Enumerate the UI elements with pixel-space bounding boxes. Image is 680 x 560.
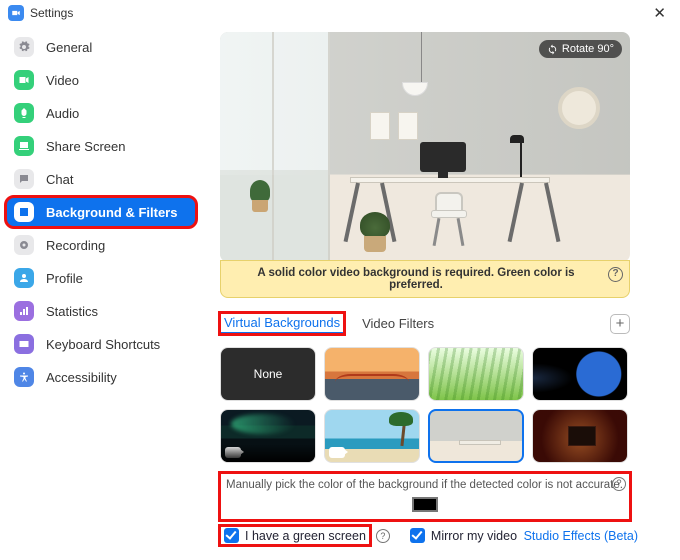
green-screen-checkbox[interactable] <box>224 528 239 543</box>
thumb-earth[interactable] <box>532 347 628 401</box>
video-badge-icon <box>225 447 241 458</box>
studio-effects-link[interactable]: Studio Effects (Beta) <box>524 529 638 543</box>
thumb-none[interactable]: None <box>220 347 316 401</box>
notice-bar: A solid color video background is requir… <box>220 260 630 298</box>
accessibility-icon <box>14 367 34 387</box>
video-icon <box>14 70 34 90</box>
sidebar-item-share-screen[interactable]: Share Screen <box>6 131 196 161</box>
gear-icon <box>14 37 34 57</box>
sidebar-item-label: Keyboard Shortcuts <box>46 337 160 352</box>
background-icon <box>14 202 34 222</box>
sidebar-item-label: Profile <box>46 271 83 286</box>
thumb-grass[interactable] <box>428 347 524 401</box>
sidebar-item-video[interactable]: Video <box>6 65 196 95</box>
share-icon <box>14 136 34 156</box>
chat-icon <box>14 169 34 189</box>
tab-video-filters[interactable]: Video Filters <box>360 312 436 335</box>
audio-icon <box>14 103 34 123</box>
thumb-redroom[interactable] <box>532 409 628 463</box>
rotate-button[interactable]: Rotate 90° <box>539 40 622 58</box>
color-swatch[interactable] <box>412 497 438 512</box>
video-preview: Rotate 90° <box>220 32 630 262</box>
content-pane: Rotate 90° A solid color video backgroun… <box>202 26 680 560</box>
video-badge-icon <box>329 447 345 458</box>
sidebar-item-label: Chat <box>46 172 73 187</box>
mirror-label: Mirror my video <box>431 529 517 543</box>
help-icon[interactable]: ? <box>376 529 390 543</box>
sidebar-item-profile[interactable]: Profile <box>6 263 196 293</box>
sidebar-item-general[interactable]: General <box>6 32 196 62</box>
sidebar-item-label: Statistics <box>46 304 98 319</box>
sidebar-item-background-filters[interactable]: Background & Filters <box>6 197 196 227</box>
manual-color-section: Manually pick the color of the backgroun… <box>220 473 630 520</box>
options-row: I have a green screen ? Mirror my video … <box>220 526 638 545</box>
sidebar-item-label: Audio <box>46 106 79 121</box>
sidebar: General Video Audio Share Screen Chat Backgro… <box>0 26 202 560</box>
sidebar-item-accessibility[interactable]: Accessibility <box>6 362 196 392</box>
sidebar-item-label: Accessibility <box>46 370 117 385</box>
stats-icon <box>14 301 34 321</box>
sidebar-item-label: Video <box>46 73 79 88</box>
background-thumbnails: None <box>220 347 638 463</box>
sidebar-item-label: Recording <box>46 238 105 253</box>
thumb-bridge[interactable] <box>324 347 420 401</box>
help-icon[interactable]: ? <box>612 477 626 491</box>
sidebar-item-keyboard-shortcuts[interactable]: Keyboard Shortcuts <box>6 329 196 359</box>
thumb-office[interactable] <box>428 409 524 463</box>
sidebar-item-label: Share Screen <box>46 139 126 154</box>
tabs-row: Virtual Backgrounds Video Filters + <box>220 312 630 335</box>
sidebar-item-recording[interactable]: Recording <box>6 230 196 260</box>
sidebar-item-chat[interactable]: Chat <box>6 164 196 194</box>
notice-text: A solid color video background is requir… <box>257 267 574 291</box>
green-screen-label: I have a green screen <box>245 529 366 543</box>
tab-virtual-backgrounds[interactable]: Virtual Backgrounds <box>220 313 344 334</box>
app-icon <box>8 5 24 21</box>
title-bar: Settings ✕ <box>0 0 680 26</box>
rotate-label: Rotate 90° <box>562 43 614 55</box>
manual-color-text: Manually pick the color of the backgroun… <box>226 479 623 491</box>
thumb-aurora[interactable] <box>220 409 316 463</box>
window-title: Settings <box>30 6 73 20</box>
sidebar-item-audio[interactable]: Audio <box>6 98 196 128</box>
record-icon <box>14 235 34 255</box>
add-background-button[interactable]: + <box>610 314 630 334</box>
sidebar-item-statistics[interactable]: Statistics <box>6 296 196 326</box>
profile-icon <box>14 268 34 288</box>
sidebar-item-label: General <box>46 40 92 55</box>
mirror-checkbox[interactable] <box>410 528 425 543</box>
thumb-beach[interactable] <box>324 409 420 463</box>
info-icon[interactable]: ? <box>608 267 623 282</box>
keyboard-icon <box>14 334 34 354</box>
green-screen-option: I have a green screen <box>220 526 370 545</box>
close-button[interactable]: ✕ <box>647 2 672 24</box>
sidebar-item-label: Background & Filters <box>46 205 177 220</box>
